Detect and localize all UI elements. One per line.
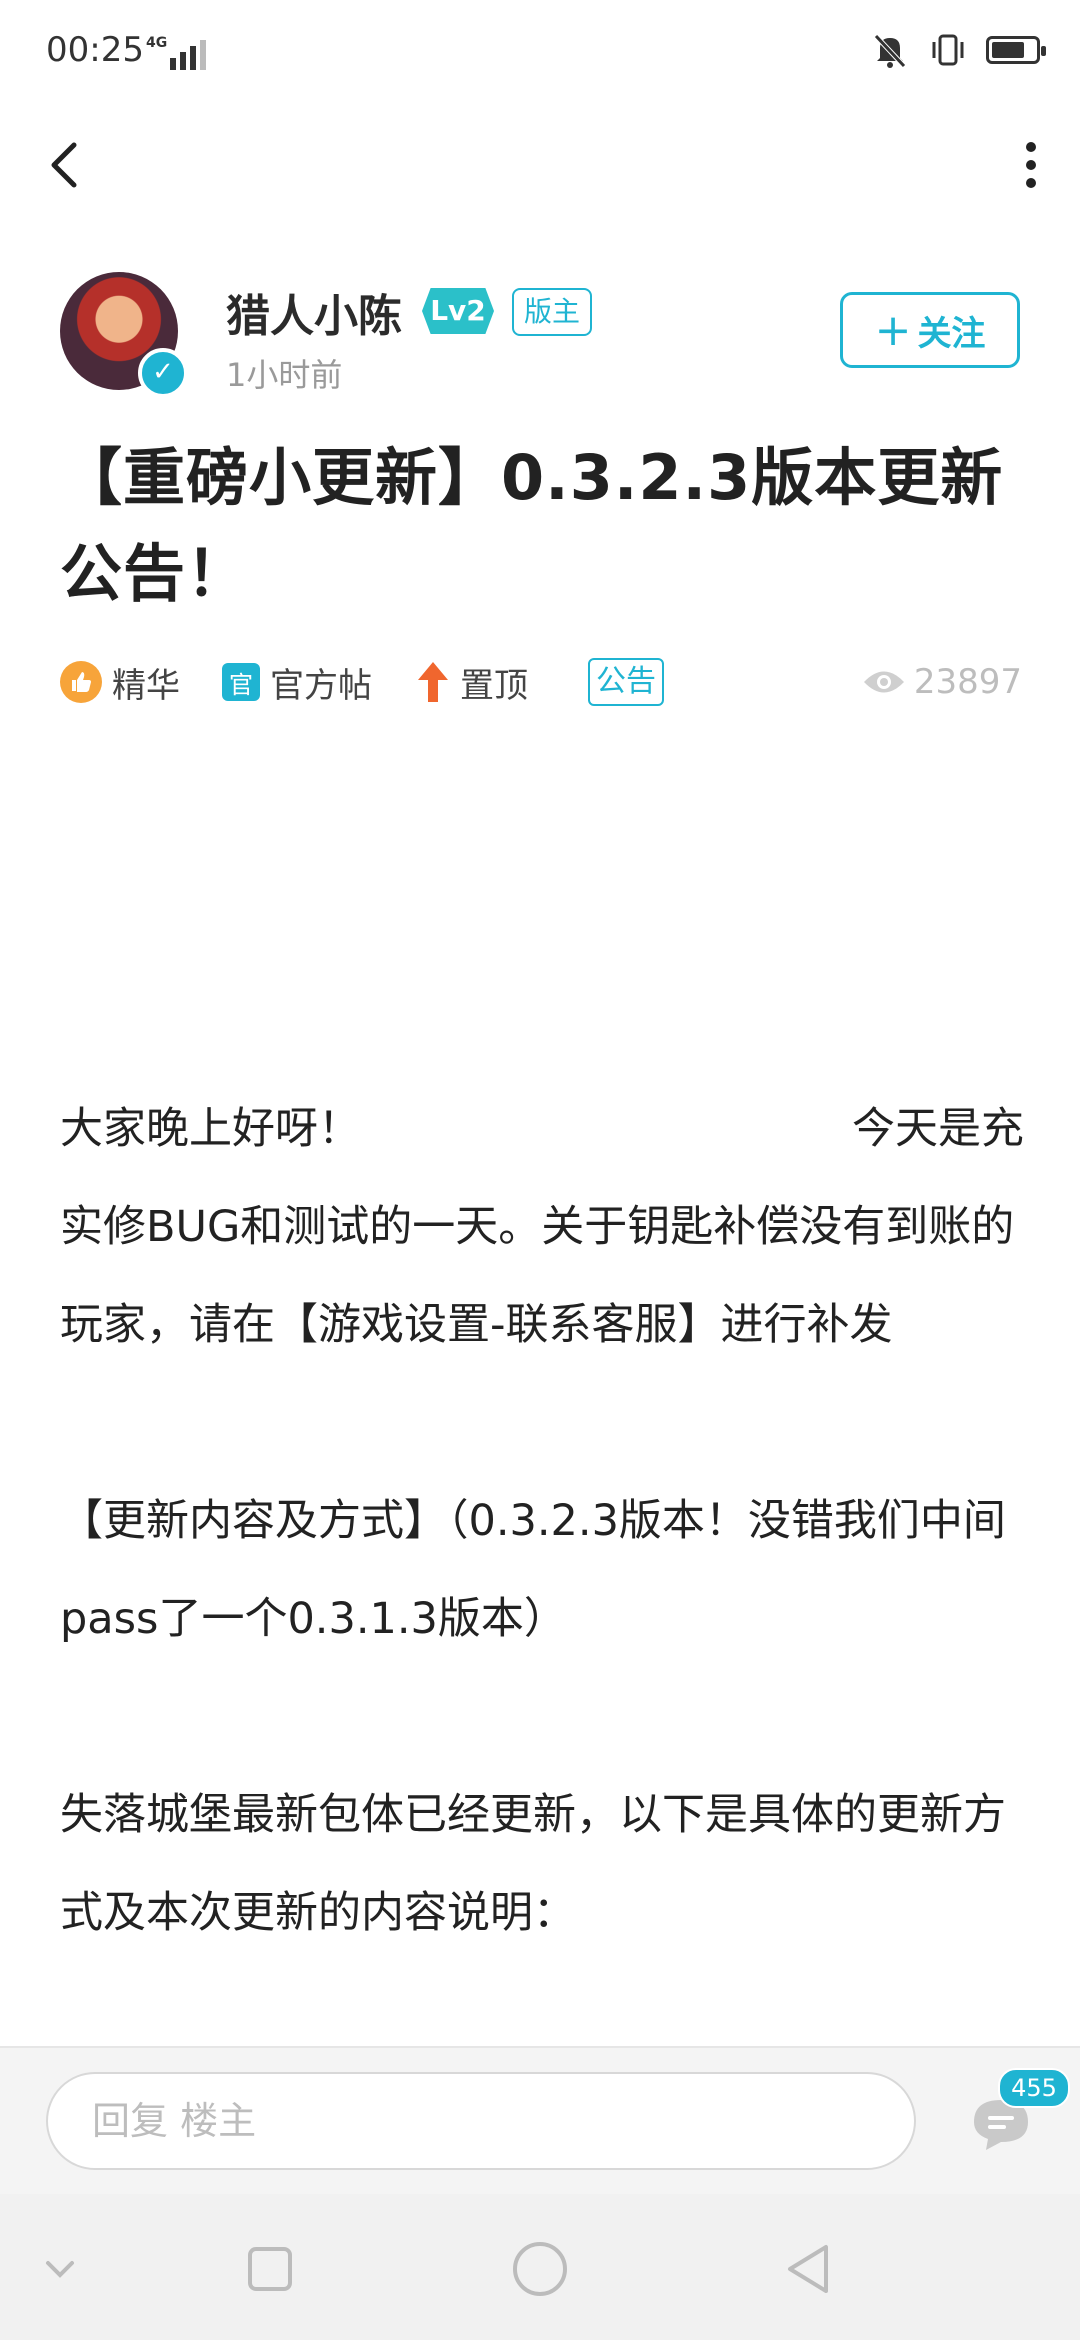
battery-level — [992, 42, 1024, 58]
status-bar: 00:25 4G — [0, 0, 1080, 110]
status-icons — [870, 30, 1046, 70]
post-content: 大家晚上好呀！ 今天是充 实修BUG和测试的一天。关于钥匙补偿没有到账的玩家，请… — [60, 1080, 1024, 1962]
role-badge: 版主 — [512, 288, 593, 336]
follow-button[interactable]: + 关注 — [840, 292, 1020, 368]
content-greeting: 大家晚上好呀！ — [60, 1104, 361, 1154]
content-paragraph-1-start: 大家晚上好呀！ 今天是充 — [60, 1080, 1024, 1178]
signal-icon — [170, 34, 206, 70]
tag-featured: 精华 — [60, 656, 180, 708]
status-time: 00:25 — [46, 30, 144, 70]
arrow-up-icon — [418, 662, 448, 702]
view-count-value: 23897 — [913, 662, 1022, 702]
back-triangle-icon[interactable] — [780, 2239, 840, 2299]
tag-pinned: 置顶 — [416, 656, 528, 708]
verified-icon: ✓ — [138, 348, 188, 398]
vibrate-icon — [932, 34, 964, 66]
tag-featured-label: 精华 — [112, 665, 180, 706]
battery-icon — [986, 36, 1046, 64]
post-title: 【重磅小更新】0.3.2.3版本更新公告！ — [60, 441, 1004, 610]
mute-icon — [874, 34, 906, 68]
thumbs-up-icon — [60, 661, 102, 703]
author-name[interactable]: 猎人小陈 — [226, 280, 402, 344]
view-count: 23897 — [862, 656, 1022, 708]
level-badge: Lv2 — [422, 288, 494, 334]
more-vertical-icon[interactable] — [1016, 135, 1046, 195]
tag-notice: 公告 — [588, 658, 664, 706]
tag-official-label: 官方帖 — [270, 665, 372, 706]
tag-pinned-label: 置顶 — [460, 665, 528, 706]
content-greeting-tail: 今天是充 — [852, 1104, 1024, 1154]
chevron-down-icon[interactable] — [30, 2239, 90, 2299]
follow-label: 关注 — [917, 313, 986, 354]
recent-apps-icon[interactable] — [240, 2239, 300, 2299]
comment-count-badge: 455 — [998, 2068, 1070, 2108]
eye-icon — [863, 671, 904, 693]
reply-input[interactable]: 回复 楼主 — [46, 2072, 916, 2170]
system-nav-bar — [0, 2194, 1080, 2340]
tag-official: 官 官方帖 — [222, 656, 372, 708]
post-time: 1小时前 — [226, 356, 343, 394]
content-paragraph-3: 失落城堡最新包体已经更新，以下是具体的更新方式及本次更新的内容说明： — [60, 1790, 1006, 1938]
official-icon: 官 — [222, 663, 260, 701]
post-tags: 精华 官 官方帖 置顶 公告 23897 — [60, 656, 1022, 708]
network-type-label: 4G — [146, 35, 168, 51]
plus-icon: + — [874, 304, 912, 356]
chevron-left-icon[interactable] — [40, 135, 90, 195]
content-paragraph-1: 实修BUG和测试的一天。关于钥匙补偿没有到账的玩家，请在【游戏设置-联系客服】进… — [60, 1202, 1015, 1350]
home-icon[interactable] — [510, 2239, 570, 2299]
content-paragraph-2: 【更新内容及方式】（0.3.2.3版本！没错我们中间pass了一个0.3.1.3… — [60, 1496, 1006, 1644]
reply-bar: 回复 楼主 455 — [0, 2046, 1080, 2194]
